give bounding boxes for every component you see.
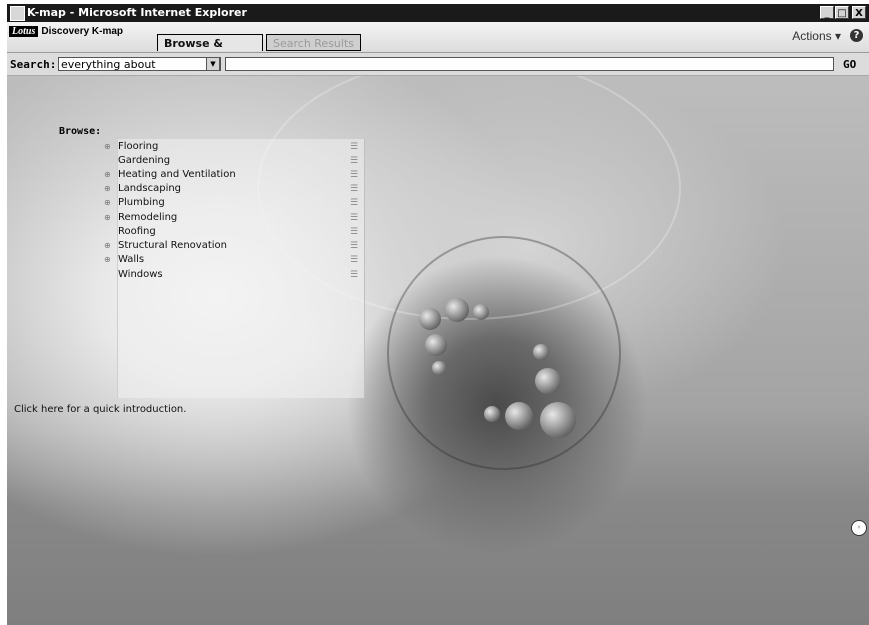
list-item[interactable]: ⊕ Structural Renovation ☰: [104, 239, 364, 253]
quick-intro-link[interactable]: Click here for a quick introduction.: [14, 404, 186, 415]
decorative-bubble: [432, 361, 446, 375]
help-icon[interactable]: ?: [850, 29, 863, 42]
expand-icon[interactable]: ⊕: [104, 168, 118, 182]
expand-icon[interactable]: ⊕: [104, 196, 118, 210]
chevron-down-icon: ▾: [834, 29, 841, 43]
list-item[interactable]: ⊕ Plumbing ☰: [104, 196, 364, 210]
list-item[interactable]: ⊕ Walls ☰: [104, 253, 364, 267]
expand-icon[interactable]: ⊕: [104, 140, 118, 154]
list-item[interactable]: ⊕ Heating and Ventilation ☰: [104, 168, 364, 182]
minimize-button[interactable]: _: [820, 6, 834, 19]
expand-icon[interactable]: ⊕: [104, 253, 118, 267]
decorative-bubble: [533, 344, 549, 360]
category-gardening[interactable]: Gardening: [118, 154, 170, 168]
list-item[interactable]: ⊕ Landscaping ☰: [104, 182, 364, 196]
list-item[interactable]: Gardening ☰: [118, 154, 364, 168]
go-button[interactable]: GO: [843, 58, 856, 71]
expand-icon[interactable]: ⊕: [104, 211, 118, 225]
category-landscaping[interactable]: Landscaping: [118, 182, 181, 196]
actions-menu[interactable]: Actions ▾: [792, 29, 841, 43]
decorative-bubble: [505, 402, 533, 430]
scroll-circle-icon[interactable]: ◦: [851, 520, 867, 536]
decorative-bubble: [419, 308, 441, 330]
list-icon[interactable]: ☰: [350, 253, 360, 267]
decorative-bubble: [473, 304, 489, 320]
expand-icon[interactable]: ⊕: [104, 239, 118, 253]
search-scope-select[interactable]: everything about: [58, 57, 221, 71]
list-icon[interactable]: ☰: [350, 168, 360, 182]
category-structural-renovation[interactable]: Structural Renovation: [118, 239, 227, 253]
decorative-bubble: [425, 334, 447, 356]
dropdown-arrow-icon[interactable]: ▼: [206, 57, 220, 71]
decorative-bubble: [540, 402, 576, 438]
list-icon[interactable]: ☰: [350, 211, 360, 225]
ie-icon: [10, 6, 25, 21]
category-walls[interactable]: Walls: [118, 253, 144, 267]
title-bar: K-map - Microsoft Internet Explorer _ □ …: [7, 4, 869, 22]
close-button[interactable]: X: [852, 6, 866, 19]
list-icon[interactable]: ☰: [350, 239, 360, 253]
list-icon[interactable]: ☰: [350, 268, 360, 282]
list-icon[interactable]: ☰: [350, 154, 360, 168]
list-icon[interactable]: ☰: [350, 182, 360, 196]
category-remodeling[interactable]: Remodeling: [118, 211, 177, 225]
category-plumbing[interactable]: Plumbing: [118, 196, 165, 210]
main-content: Browse: ⊕ Flooring ☰ Gardening ☰ ⊕ Heati…: [7, 76, 869, 625]
category-heating-and-ventilation[interactable]: Heating and Ventilation: [118, 168, 236, 182]
list-item[interactable]: ⊕ Remodeling ☰: [104, 211, 364, 225]
search-input[interactable]: [225, 57, 834, 71]
logo-badge: Lotus: [9, 26, 39, 37]
search-label: Search:: [10, 58, 57, 71]
list-icon[interactable]: ☰: [350, 225, 360, 239]
logo-text: Discovery K-map: [41, 26, 124, 37]
maximize-button[interactable]: □: [835, 6, 849, 19]
list-icon[interactable]: ☰: [350, 140, 360, 154]
window-title: K-map - Microsoft Internet Explorer: [27, 6, 247, 19]
category-windows[interactable]: Windows: [118, 268, 163, 282]
tab-search-results[interactable]: Search Results: [266, 34, 361, 51]
category-roofing[interactable]: Roofing: [118, 225, 156, 239]
browse-label: Browse:: [59, 126, 102, 137]
kmap-header: LotusDiscovery K-map Browse & Search Sea…: [7, 22, 869, 67]
list-item[interactable]: Windows ☰: [118, 268, 364, 282]
category-flooring[interactable]: Flooring: [118, 140, 158, 154]
tab-browse-search[interactable]: Browse & Search: [157, 34, 263, 67]
lotus-logo: Lotus Discovery K-map: [9, 26, 123, 37]
decorative-bubble: [445, 298, 469, 322]
list-item[interactable]: Roofing ☰: [118, 225, 364, 239]
decorative-bubble: [484, 406, 500, 422]
expand-icon[interactable]: ⊕: [104, 182, 118, 196]
browse-panel: ⊕ Flooring ☰ Gardening ☰ ⊕ Heating and V…: [104, 139, 365, 398]
decorative-bubble: [535, 368, 561, 394]
search-bar: Search: everything about ▼ GO: [7, 53, 869, 76]
list-icon[interactable]: ☰: [350, 196, 360, 210]
list-item[interactable]: ⊕ Flooring ☰: [104, 140, 364, 154]
decorative-arc: [387, 236, 621, 470]
browser-window: K-map - Microsoft Internet Explorer _ □ …: [7, 4, 869, 625]
actions-label: Actions: [792, 29, 832, 43]
